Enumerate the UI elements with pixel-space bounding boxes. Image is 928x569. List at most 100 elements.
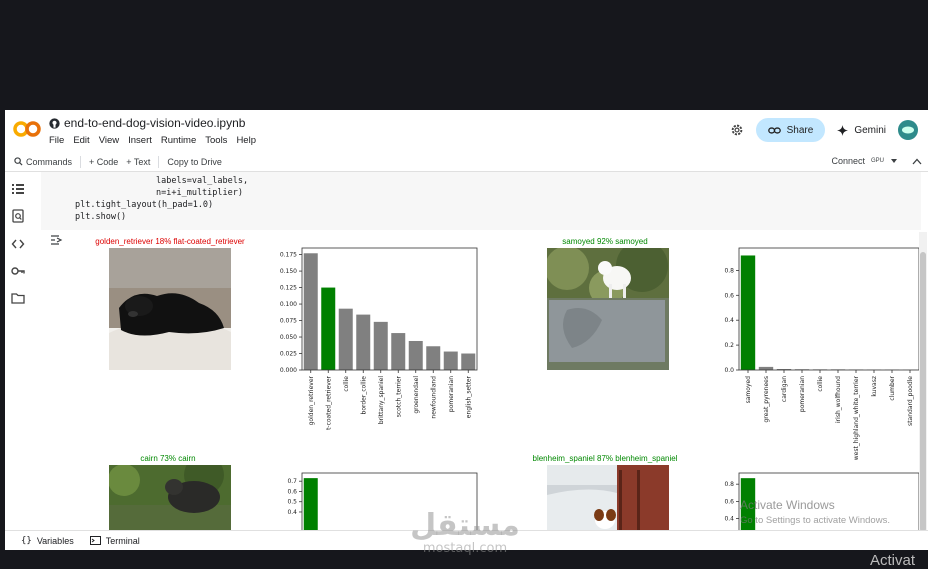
avatar[interactable] (898, 120, 918, 140)
x-tick-label: clumber (889, 375, 896, 400)
menu-file[interactable]: File (49, 135, 64, 146)
x-tick-label: standard_poodle (907, 376, 914, 426)
x-tick-label: cardigan (781, 376, 788, 402)
menu-bar: File Edit View Insert Runtime Tools Help (49, 135, 256, 146)
chart-bar (356, 314, 371, 370)
svg-text:mostaql.com: mostaql.com (423, 541, 507, 556)
y-tick-label: 0.8 (724, 267, 734, 274)
chart-bar (461, 353, 476, 370)
code-line: labels=val_labels, (156, 176, 249, 186)
x-tick-label: scotch_terrier (395, 375, 402, 417)
output-scrollbar[interactable] (919, 232, 927, 532)
y-tick-label: 0.2 (724, 342, 734, 349)
prediction-title: samoyed 92% samoyed (562, 237, 648, 246)
screen-top-black-bar (0, 0, 928, 110)
commands-label: Commands (26, 156, 73, 167)
chart-bar (303, 253, 318, 370)
notebook-title[interactable]: end-to-end-dog-vision-video.ipynb (49, 116, 245, 130)
add-text-button[interactable]: + Text (126, 157, 150, 167)
windows-activation-subtitle: Go to Settings to activate Windows. (740, 515, 890, 526)
key-icon[interactable] (11, 264, 25, 278)
dog-photo (547, 465, 669, 530)
chart-bar (740, 255, 756, 370)
dog-photo (547, 248, 669, 370)
menu-tools[interactable]: Tools (205, 135, 227, 146)
code-snippets-icon[interactable] (11, 237, 25, 251)
github-icon (49, 117, 60, 129)
menu-runtime[interactable]: Runtime (161, 135, 196, 146)
menu-edit[interactable]: Edit (73, 135, 89, 146)
x-tick-label: golden_retriever (308, 375, 315, 425)
link-icon (767, 126, 781, 134)
add-code-button[interactable]: + Code (89, 157, 118, 167)
search-icon (14, 157, 23, 166)
copy-to-drive-button[interactable]: Copy to Drive (167, 157, 222, 167)
y-tick-label: 0.150 (280, 268, 297, 275)
commands-button[interactable]: Commands (14, 157, 72, 167)
y-tick-label: 0.175 (280, 252, 297, 259)
code-line: plt.show() (75, 212, 127, 222)
x-tick-label: collie (343, 376, 350, 392)
variables-label: Variables (36, 535, 74, 546)
table-of-contents-icon[interactable] (11, 182, 25, 196)
avatar-image-icon (902, 126, 914, 134)
prediction-title: blenheim_spaniel 87% blenheim_spaniel (532, 454, 678, 463)
notebook-toolbar: Commands + Code + Text Copy to Drive Con… (5, 152, 928, 172)
menu-help[interactable]: Help (236, 135, 256, 146)
header-actions: Share Gemini (730, 118, 918, 142)
x-tick-label: groenendael (413, 376, 420, 414)
chart-bar (426, 346, 441, 370)
y-tick-label: 0.4 (287, 509, 297, 516)
y-tick-label: 0.7 (287, 478, 297, 485)
colab-logo-icon[interactable] (13, 119, 41, 139)
toolbar-divider (80, 155, 82, 168)
menu-view[interactable]: View (99, 135, 119, 146)
chart-bar (303, 478, 318, 531)
chevron-up-icon[interactable] (912, 158, 922, 165)
find-icon[interactable] (11, 209, 25, 223)
y-tick-label: 0.075 (280, 318, 297, 325)
y-tick-label: 0.8 (724, 481, 734, 488)
chevron-down-icon[interactable] (890, 158, 898, 164)
windows-activation-title: Activate Windows (740, 498, 835, 512)
y-tick-label: 0.6 (287, 488, 297, 495)
notebook-file-name[interactable]: end-to-end-dog-vision-video.ipynb (64, 116, 245, 130)
x-tick-label: newfoundland (430, 376, 437, 419)
colab-window: end-to-end-dog-vision-video.ipynb File E… (5, 110, 928, 550)
x-tick-label: great_pyrenees (763, 376, 770, 423)
code-cell[interactable]: labels=val_labels, n=i+i_multiplier) plt… (41, 172, 921, 230)
chart-bar (443, 351, 458, 370)
terminal-label: Terminal (105, 535, 140, 546)
chart-bar (408, 340, 423, 370)
x-tick-label: pomeranian (448, 376, 455, 412)
folder-icon[interactable] (11, 291, 25, 305)
gemini-button[interactable]: Gemini (837, 124, 886, 136)
code-line: n=i+i_multiplier) (156, 188, 243, 198)
terminal-button[interactable]: Terminal (89, 535, 140, 546)
gpu-label: GPU (870, 158, 884, 164)
y-tick-label: 0.0 (724, 367, 734, 374)
chart-bar (391, 333, 406, 370)
chart-bar (373, 321, 388, 370)
y-tick-label: 0.125 (280, 285, 297, 292)
variables-button[interactable]: {} Variables (21, 536, 74, 546)
x-tick-label: kuvasz (871, 376, 878, 397)
svg-text:مستقل: مستقل (410, 508, 520, 543)
chart-bar (321, 287, 336, 370)
y-tick-label: 0.4 (724, 516, 734, 523)
share-button[interactable]: Share (755, 118, 826, 142)
dog-photo (109, 465, 231, 530)
prediction-title: cairn 73% cairn (140, 454, 196, 463)
prediction-title: golden_retriever 18% flat-coated_retriev… (95, 237, 245, 246)
left-sidebar (5, 172, 31, 530)
scrollbar-thumb[interactable] (920, 252, 926, 532)
y-tick-label: 0.050 (280, 334, 297, 341)
x-tick-label: border_collie (360, 376, 367, 415)
x-tick-label: english_setter (465, 375, 472, 418)
gear-icon[interactable] (730, 123, 744, 137)
y-tick-label: 0.000 (280, 367, 297, 374)
menu-insert[interactable]: Insert (128, 135, 152, 146)
connect-button[interactable]: Connect GPU (831, 156, 922, 166)
dog-photo (109, 248, 231, 370)
chart-bar (338, 308, 353, 370)
